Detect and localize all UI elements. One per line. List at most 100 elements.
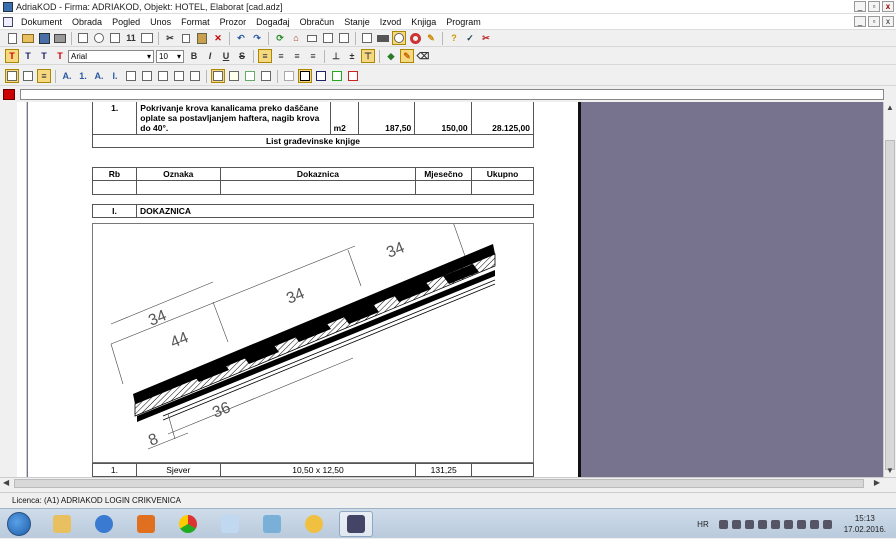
pencil-icon[interactable]: ✎	[400, 49, 414, 63]
menu-obrada[interactable]: Obrada	[67, 17, 107, 27]
taskbar-ie[interactable]	[87, 511, 121, 537]
page-number-label[interactable]: 11	[124, 31, 138, 45]
menu-obracun[interactable]: Obračun	[295, 17, 340, 27]
taskbar-app7[interactable]	[297, 511, 331, 537]
open-folder-icon[interactable]	[21, 31, 35, 45]
tray-icon[interactable]	[783, 519, 793, 529]
taskbar-adriakod[interactable]	[339, 510, 373, 537]
numbering-a-icon[interactable]: A.	[92, 69, 106, 83]
paragraph-icon[interactable]	[21, 69, 35, 83]
volume-icon[interactable]	[796, 519, 806, 529]
columns-icon[interactable]	[140, 31, 154, 45]
valign-top-icon[interactable]: ⊤	[361, 49, 375, 63]
edit-field[interactable]	[20, 89, 884, 100]
new-document-icon[interactable]	[5, 31, 19, 45]
text-style-T1-icon[interactable]: T	[5, 49, 19, 63]
taskbar-chrome[interactable]	[171, 511, 205, 537]
scroll-left-icon[interactable]: ◀	[3, 478, 9, 487]
cut-icon[interactable]: ✂	[163, 31, 177, 45]
scroll-thumb[interactable]	[14, 479, 864, 488]
taskbar-paint[interactable]	[213, 511, 247, 537]
menu-stanje[interactable]: Stanje	[339, 17, 375, 27]
tray-icon[interactable]	[757, 519, 767, 529]
border-green-icon[interactable]	[243, 69, 257, 83]
doc-minimize-button[interactable]: _	[854, 16, 866, 27]
tray-icon[interactable]	[770, 519, 780, 529]
lifebuoy-icon[interactable]	[408, 31, 422, 45]
clock[interactable]: 15:13 17.02.2016.	[844, 513, 886, 535]
tray-icon[interactable]	[718, 519, 728, 529]
doc-restore-button[interactable]: ▫	[868, 16, 880, 27]
lines-icon[interactable]: ≡	[37, 69, 51, 83]
tray-icon[interactable]	[744, 519, 754, 529]
doc-close-button[interactable]: x	[882, 16, 894, 27]
image-icon[interactable]	[172, 69, 186, 83]
taskbar-app6[interactable]	[255, 511, 289, 537]
document-page[interactable]: 1. Pokrivanje krova kanalicama preko daš…	[28, 102, 578, 477]
vertical-scrollbar[interactable]: ▲ ▼	[883, 102, 896, 477]
table-format-icon[interactable]	[5, 69, 19, 83]
home-icon[interactable]: ⌂	[289, 31, 303, 45]
scroll-right-icon[interactable]: ▶	[874, 478, 880, 487]
scroll-thumb[interactable]	[885, 140, 895, 470]
delete-icon[interactable]: ✕	[211, 31, 225, 45]
align-left-icon[interactable]: ≡	[258, 49, 272, 63]
scroll-up-icon[interactable]: ▲	[884, 102, 896, 114]
frame-green-icon[interactable]	[330, 69, 344, 83]
align-center-icon[interactable]: ≡	[274, 49, 288, 63]
page-icon-3[interactable]	[156, 69, 170, 83]
menu-program[interactable]: Program	[441, 17, 486, 27]
scroll-down-icon[interactable]: ▼	[884, 465, 896, 477]
fill-color-icon[interactable]: ◆	[384, 49, 398, 63]
frame-red-icon[interactable]	[346, 69, 360, 83]
font-size-select[interactable]: 10 ▾	[156, 49, 184, 63]
horizontal-scrollbar[interactable]: ◀ ▶	[0, 477, 896, 489]
italic-button[interactable]: I	[203, 49, 217, 63]
paste-icon[interactable]	[195, 31, 209, 45]
taskbar-explorer[interactable]	[45, 511, 79, 537]
taskbar-media[interactable]	[129, 511, 163, 537]
check-icon[interactable]: ✎	[424, 31, 438, 45]
underline-button[interactable]: U	[219, 49, 233, 63]
table-row[interactable]: 1. Sjever 10,50 x 12,50 131,25	[92, 463, 534, 477]
refresh-icon[interactable]: ⟳	[273, 31, 287, 45]
page-icon-4[interactable]	[188, 69, 202, 83]
tray-icon[interactable]	[731, 519, 741, 529]
page-icon-1[interactable]	[124, 69, 138, 83]
redo-icon[interactable]: ↷	[250, 31, 264, 45]
frame-white-icon[interactable]	[282, 69, 296, 83]
network-icon[interactable]	[809, 519, 819, 529]
justify-icon[interactable]: ≡	[306, 49, 320, 63]
menu-format[interactable]: Format	[176, 17, 215, 27]
language-indicator[interactable]: HR	[697, 520, 709, 529]
numbering-i-icon[interactable]: I.	[108, 69, 122, 83]
valign-middle-icon[interactable]: ±	[345, 49, 359, 63]
flag-icon[interactable]	[822, 519, 832, 529]
menu-dogadaj[interactable]: Događaj	[251, 17, 295, 27]
print-icon[interactable]	[53, 31, 67, 45]
eraser-icon[interactable]: ⌫	[416, 49, 430, 63]
document-menu-icon[interactable]	[3, 16, 13, 27]
truck-icon[interactable]	[376, 31, 390, 45]
calculator-icon[interactable]	[360, 31, 374, 45]
grid-icon[interactable]	[337, 31, 351, 45]
border-yellow-icon[interactable]	[227, 69, 241, 83]
numbering-1-icon[interactable]: 1.	[76, 69, 90, 83]
strikethrough-button[interactable]: S	[235, 49, 249, 63]
text-style-T2-icon[interactable]: T	[21, 49, 35, 63]
border-grid-icon[interactable]	[259, 69, 273, 83]
menu-izvod[interactable]: Izvod	[375, 17, 407, 27]
help-icon[interactable]: ?	[447, 31, 461, 45]
menu-knjiga[interactable]: Knjiga	[406, 17, 441, 27]
border-all-icon[interactable]	[211, 69, 225, 83]
font-size-a1-icon[interactable]: A.	[60, 69, 74, 83]
form-icon[interactable]	[305, 31, 319, 45]
menu-prozor[interactable]: Prozor	[215, 17, 252, 27]
close-button[interactable]: x	[882, 1, 894, 12]
minimize-button[interactable]: _	[854, 1, 866, 12]
frame-blue-icon[interactable]	[314, 69, 328, 83]
spell-check-icon[interactable]: ✓	[463, 31, 477, 45]
menu-unos[interactable]: Unos	[145, 17, 176, 27]
text-style-T3-icon[interactable]: T	[37, 49, 51, 63]
align-right-icon[interactable]: ≡	[290, 49, 304, 63]
